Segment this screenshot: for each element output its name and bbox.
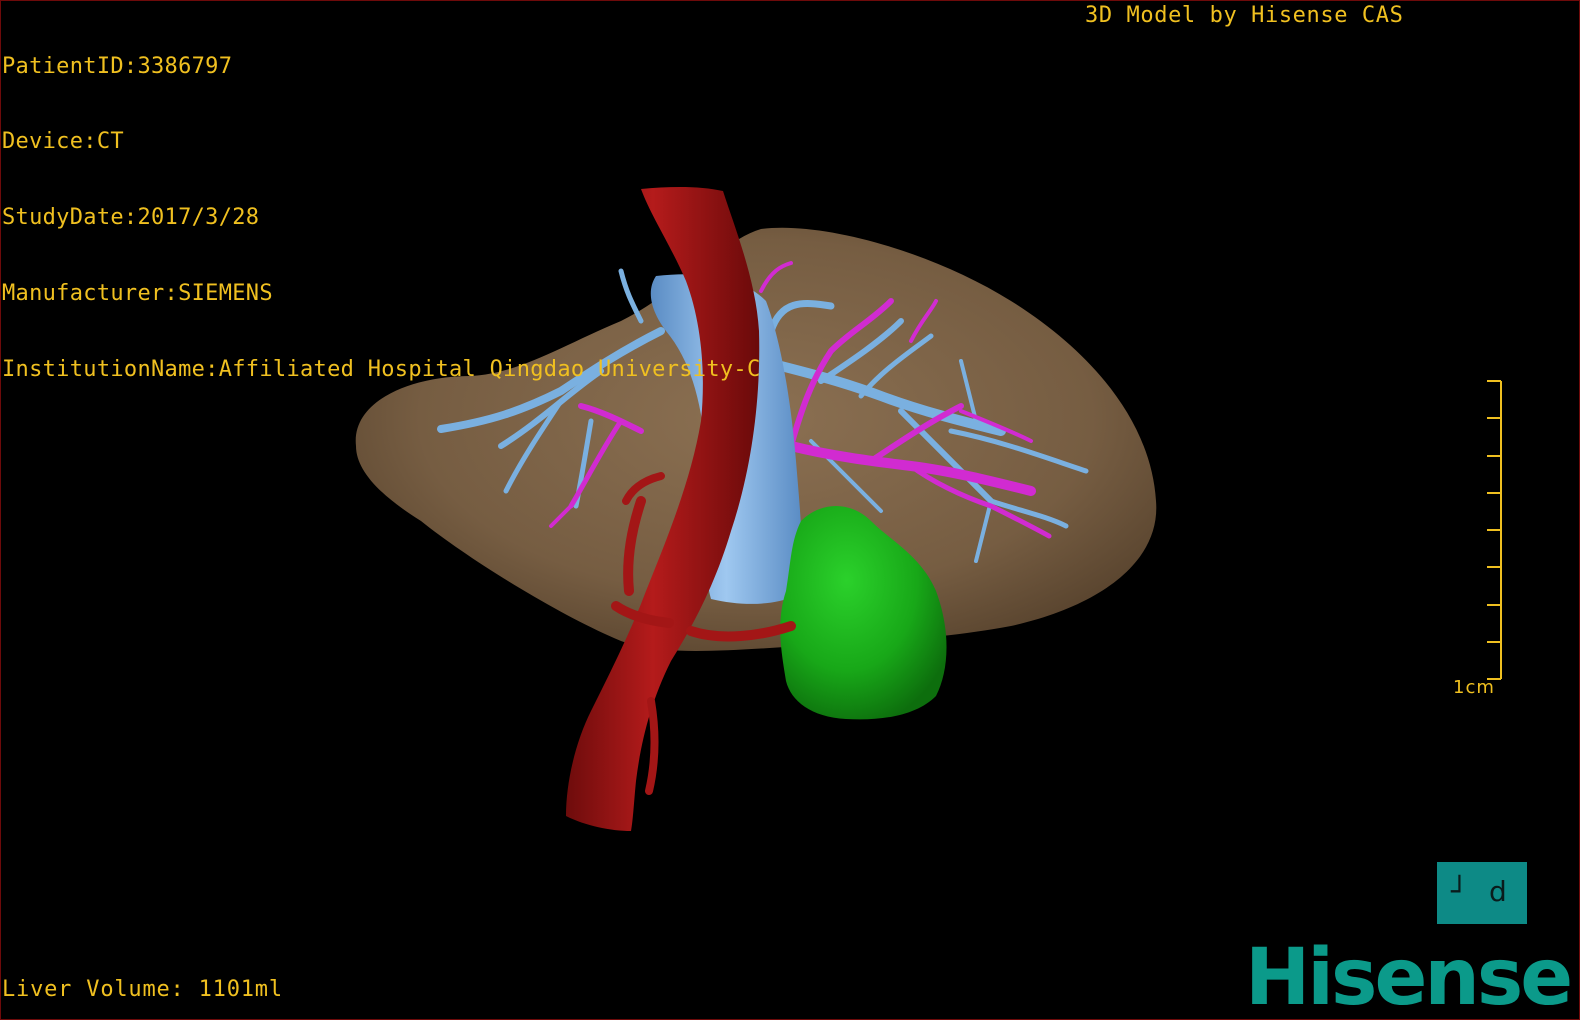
orientation-toggle-button[interactable]: ┘ d xyxy=(1437,862,1527,924)
manufacturer: Manufacturer:SIEMENS xyxy=(2,281,273,307)
patient-id: PatientID:3386797 xyxy=(2,53,233,79)
study-date: StudyDate:2017/3/28 xyxy=(2,205,260,231)
scale-bar xyxy=(1487,380,1502,680)
dicom-info-panel: PatientID:3386797 Device:CT StudyDate:20… xyxy=(2,3,761,433)
orientation-right-glyph: d xyxy=(1489,875,1507,908)
scale-bar-label: 1cm xyxy=(1453,677,1495,698)
model-caption: 3D Model by Hisense CAS xyxy=(1085,3,1404,28)
hisense-logo: Hisense xyxy=(1245,933,1573,1020)
viewer-3d[interactable]: PatientID:3386797 Device:CT StudyDate:20… xyxy=(0,0,1580,1020)
orientation-left-glyph: ┘ xyxy=(1451,875,1468,908)
liver-volume: Liver Volume: 1101ml xyxy=(2,977,283,1002)
institution-name: InstitutionName:Affiliated Hospital Qing… xyxy=(2,357,761,383)
device: Device:CT xyxy=(2,129,124,155)
